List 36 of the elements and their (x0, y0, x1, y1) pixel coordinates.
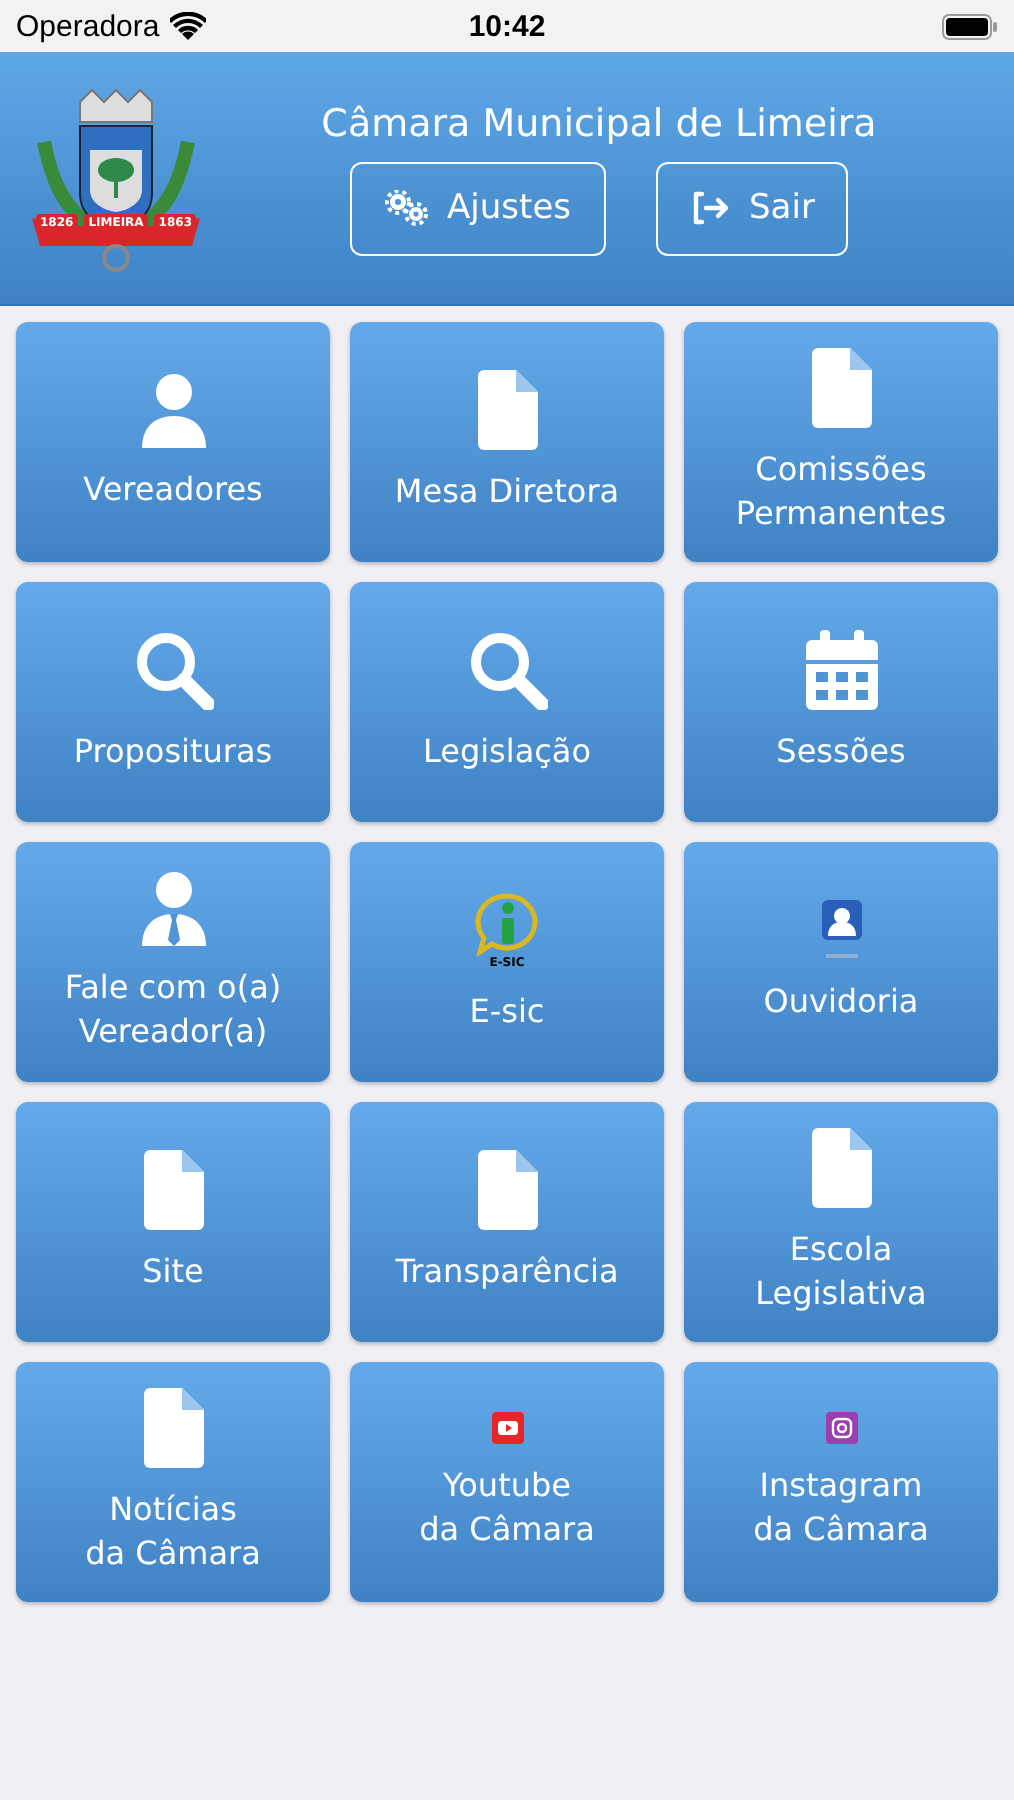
menu-tile[interactable]: Sessões (684, 582, 998, 822)
menu-tile[interactable]: Comissões Permanentes (684, 322, 998, 562)
menu-tile[interactable]: Legislação (350, 582, 664, 822)
person-icon (139, 870, 207, 946)
file-icon (811, 348, 871, 428)
wifi-icon (169, 12, 206, 40)
search-icon (467, 630, 547, 710)
logout-icon (689, 190, 730, 226)
play-icon (491, 1412, 523, 1444)
header-button[interactable]: Ajustes (349, 161, 606, 255)
menu-tile[interactable]: Mesa Diretora (350, 322, 664, 562)
calendar-icon (805, 630, 877, 710)
file-icon (477, 370, 537, 450)
menu-tile[interactable]: Site (16, 1102, 330, 1342)
menu-tile[interactable]: Youtube da Câmara (350, 1362, 664, 1602)
file-icon (143, 1150, 203, 1230)
file-icon (477, 1150, 537, 1230)
clock-time: 10:42 (466, 9, 548, 43)
gears-icon (383, 190, 428, 226)
camera-icon (825, 1412, 857, 1444)
header-button[interactable]: Sair (655, 161, 849, 255)
menu-tile[interactable]: Vereadores (16, 322, 330, 562)
battery-icon (942, 13, 999, 39)
menu-tile[interactable]: Fale com o(a) Vereador(a) (16, 842, 330, 1082)
menu-tile[interactable]: Proposituras (16, 582, 330, 822)
menu-tile[interactable]: Instagram da Câmara (684, 1362, 998, 1602)
carrier-label: Operadora (16, 9, 160, 43)
menu-tile[interactable]: Notícias da Câmara (16, 1362, 330, 1602)
person-icon (139, 372, 207, 448)
menu-tile[interactable]: Escola Legislativa (684, 1102, 998, 1342)
menu-tile[interactable]: Transparência (350, 1102, 664, 1342)
menu-tile[interactable]: Ouvidoria (684, 842, 998, 1082)
file-icon (811, 1128, 871, 1208)
search-icon (133, 630, 213, 710)
file-icon (143, 1388, 203, 1468)
app-title: Câmara Municipal de Limeira (321, 101, 877, 145)
